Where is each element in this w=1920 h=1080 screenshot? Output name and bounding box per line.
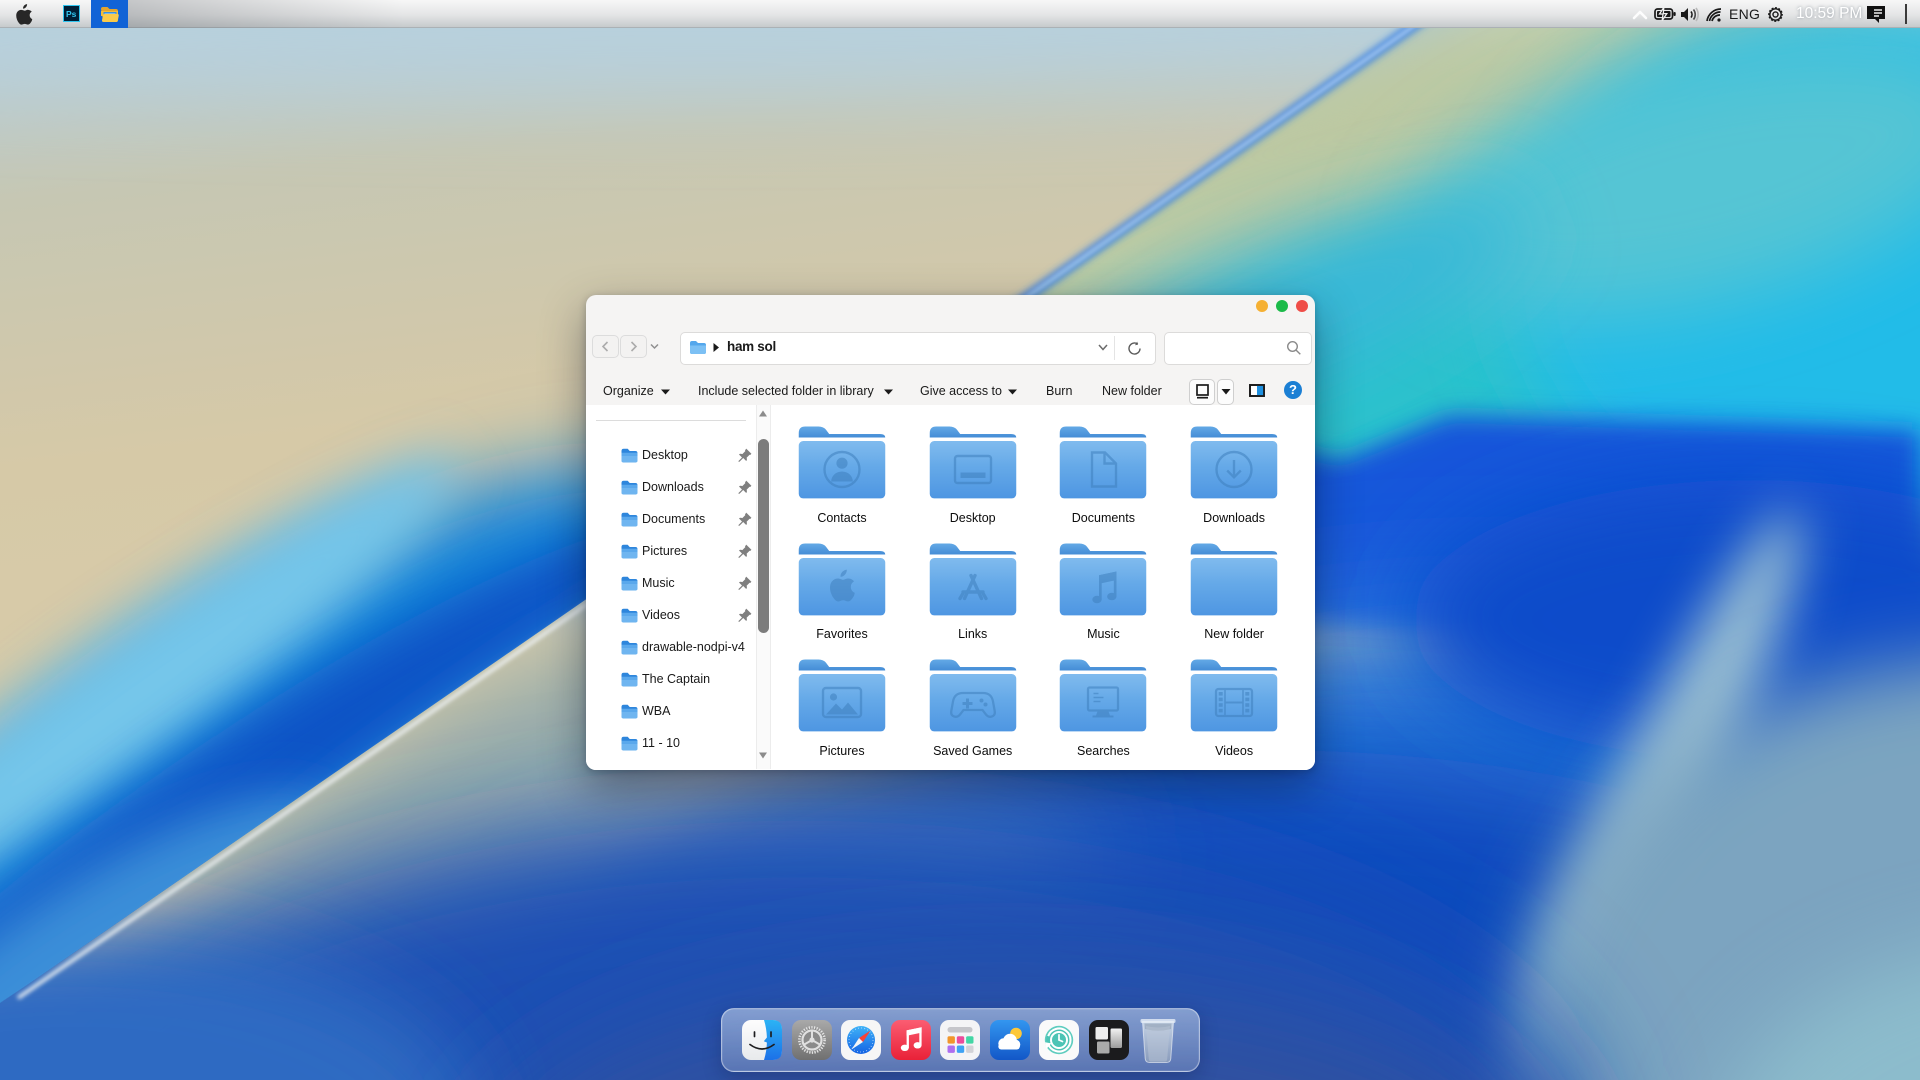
svg-text:Ps: Ps	[66, 9, 77, 19]
